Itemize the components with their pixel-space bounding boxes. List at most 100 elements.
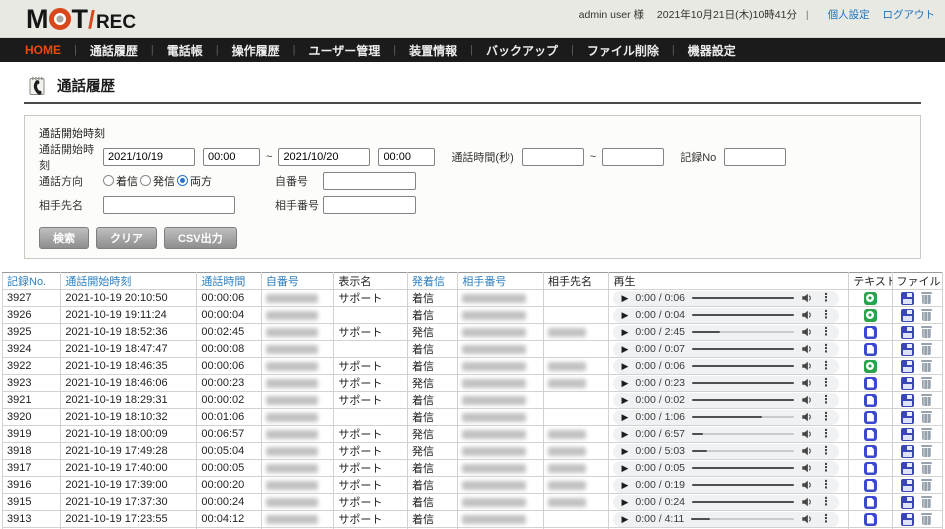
delete-file-icon[interactable] xyxy=(920,462,933,475)
speaker-icon[interactable] xyxy=(801,479,813,491)
direction-radio-1[interactable]: 発信 xyxy=(140,173,175,189)
column-header-2[interactable]: 通話時間 xyxy=(197,273,261,290)
text-document-icon[interactable] xyxy=(864,462,877,475)
player-seek-bar[interactable] xyxy=(692,416,794,418)
self-number-input[interactable] xyxy=(323,172,416,190)
delete-file-icon[interactable] xyxy=(920,428,933,441)
delete-file-icon[interactable] xyxy=(920,343,933,356)
search-button[interactable]: 検索 xyxy=(39,227,89,249)
clear-button[interactable]: クリア xyxy=(96,227,157,249)
speaker-icon[interactable] xyxy=(801,462,813,474)
player-seek-bar[interactable] xyxy=(692,467,794,469)
save-file-icon[interactable] xyxy=(901,360,914,373)
column-header-0[interactable]: 記録No. xyxy=(3,273,61,290)
save-file-icon[interactable] xyxy=(901,394,914,407)
logout-link[interactable]: ログアウト xyxy=(883,9,936,21)
player-seek-bar[interactable] xyxy=(691,518,794,520)
speaker-icon[interactable] xyxy=(801,513,813,525)
text-document-icon[interactable] xyxy=(864,411,877,424)
peer-number-input[interactable] xyxy=(323,196,416,214)
player-menu-icon[interactable]: ⋮ xyxy=(820,327,831,338)
speaker-icon[interactable] xyxy=(801,428,813,440)
save-file-icon[interactable] xyxy=(901,326,914,339)
delete-file-icon[interactable] xyxy=(920,309,933,322)
duration-from-input[interactable] xyxy=(522,148,584,166)
player-menu-icon[interactable]: ⋮ xyxy=(820,344,831,355)
player-seek-bar[interactable] xyxy=(692,450,794,452)
delete-file-icon[interactable] xyxy=(920,445,933,458)
delete-file-icon[interactable] xyxy=(920,496,933,509)
text-document-icon[interactable] xyxy=(864,343,877,356)
peer-name-input[interactable] xyxy=(103,196,235,214)
save-file-icon[interactable] xyxy=(901,292,914,305)
save-file-icon[interactable] xyxy=(901,462,914,475)
text-document-icon[interactable] xyxy=(864,428,877,441)
delete-file-icon[interactable] xyxy=(920,360,933,373)
nav-item-4[interactable]: ユーザー管理 xyxy=(295,42,393,59)
text-document-icon[interactable] xyxy=(864,377,877,390)
speaker-icon[interactable] xyxy=(801,496,813,508)
delete-file-icon[interactable] xyxy=(920,377,933,390)
play-button-icon[interactable]: ▶ xyxy=(621,311,628,320)
play-button-icon[interactable]: ▶ xyxy=(621,515,628,524)
text-audio-icon[interactable] xyxy=(864,292,877,305)
player-menu-icon[interactable]: ⋮ xyxy=(820,514,831,525)
player-menu-icon[interactable]: ⋮ xyxy=(820,429,831,440)
save-file-icon[interactable] xyxy=(901,377,914,390)
delete-file-icon[interactable] xyxy=(920,479,933,492)
column-header-6[interactable]: 相手番号 xyxy=(458,273,544,290)
text-audio-icon[interactable] xyxy=(864,309,877,322)
time-from-input[interactable] xyxy=(203,148,260,166)
speaker-icon[interactable] xyxy=(801,343,813,355)
speaker-icon[interactable] xyxy=(801,411,813,423)
player-seek-bar[interactable] xyxy=(692,382,794,384)
player-seek-bar[interactable] xyxy=(692,365,794,367)
column-header-3[interactable]: 自番号 xyxy=(261,273,334,290)
time-to-input[interactable] xyxy=(378,148,435,166)
delete-file-icon[interactable] xyxy=(920,326,933,339)
save-file-icon[interactable] xyxy=(901,445,914,458)
text-document-icon[interactable] xyxy=(864,496,877,509)
nav-item-1[interactable]: 通話履歴 xyxy=(77,42,151,59)
player-menu-icon[interactable]: ⋮ xyxy=(820,463,831,474)
player-menu-icon[interactable]: ⋮ xyxy=(820,378,831,389)
save-file-icon[interactable] xyxy=(901,496,914,509)
text-document-icon[interactable] xyxy=(864,394,877,407)
column-header-1[interactable]: 通話開始時刻 xyxy=(61,273,197,290)
player-menu-icon[interactable]: ⋮ xyxy=(820,412,831,423)
player-menu-icon[interactable]: ⋮ xyxy=(820,395,831,406)
text-document-icon[interactable] xyxy=(864,513,877,526)
play-button-icon[interactable]: ▶ xyxy=(621,328,628,337)
csv-export-button[interactable]: CSV出力 xyxy=(164,227,237,249)
player-seek-bar[interactable] xyxy=(692,297,794,299)
play-button-icon[interactable]: ▶ xyxy=(621,447,628,456)
play-button-icon[interactable]: ▶ xyxy=(621,362,628,371)
play-button-icon[interactable]: ▶ xyxy=(621,396,628,405)
speaker-icon[interactable] xyxy=(801,377,813,389)
save-file-icon[interactable] xyxy=(901,428,914,441)
player-seek-bar[interactable] xyxy=(692,484,794,486)
save-file-icon[interactable] xyxy=(901,343,914,356)
player-seek-bar[interactable] xyxy=(692,433,794,435)
delete-file-icon[interactable] xyxy=(920,394,933,407)
player-menu-icon[interactable]: ⋮ xyxy=(820,293,831,304)
text-document-icon[interactable] xyxy=(864,326,877,339)
save-file-icon[interactable] xyxy=(901,513,914,526)
player-menu-icon[interactable]: ⋮ xyxy=(820,361,831,372)
text-document-icon[interactable] xyxy=(864,479,877,492)
speaker-icon[interactable] xyxy=(801,360,813,372)
player-menu-icon[interactable]: ⋮ xyxy=(820,446,831,457)
save-file-icon[interactable] xyxy=(901,309,914,322)
play-button-icon[interactable]: ▶ xyxy=(621,464,628,473)
save-file-icon[interactable] xyxy=(901,479,914,492)
record-no-input[interactable] xyxy=(724,148,786,166)
delete-file-icon[interactable] xyxy=(920,292,933,305)
nav-item-3[interactable]: 操作履歴 xyxy=(219,42,293,59)
duration-to-input[interactable] xyxy=(602,148,664,166)
nav-item-6[interactable]: バックアップ xyxy=(473,42,571,59)
player-seek-bar[interactable] xyxy=(692,314,794,316)
play-button-icon[interactable]: ▶ xyxy=(621,345,628,354)
direction-radio-0[interactable]: 着信 xyxy=(103,173,138,189)
delete-file-icon[interactable] xyxy=(920,411,933,424)
player-menu-icon[interactable]: ⋮ xyxy=(820,497,831,508)
